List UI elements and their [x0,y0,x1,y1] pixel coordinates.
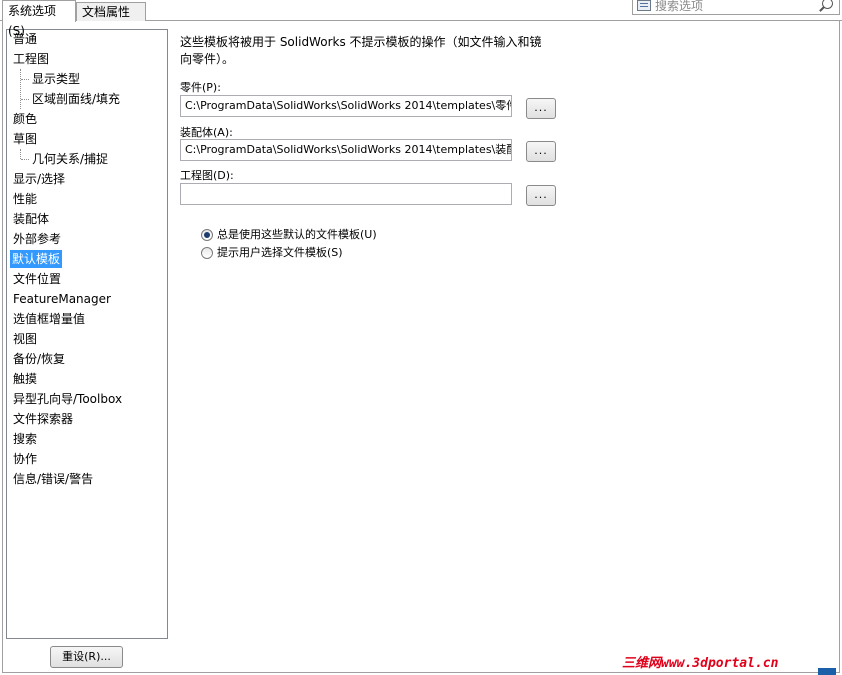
sidebar-item-featuremanager[interactable]: FeatureManager [11,290,113,308]
sidebar-item-collaboration[interactable]: 协作 [11,450,39,468]
sidebar-item-search[interactable]: 搜索 [11,430,39,448]
sidebar-item-relations-snaps[interactable]: 几何关系/捕捉 [30,150,110,168]
sidebar-item-assemblies[interactable]: 装配体 [11,210,51,228]
assembly-template-field[interactable]: C:\ProgramData\SolidWorks\SolidWorks 201… [180,139,512,161]
reset-button[interactable]: 重设(R)... [50,646,123,668]
part-template-field[interactable]: C:\ProgramData\SolidWorks\SolidWorks 201… [180,95,512,117]
search-options-icon [637,0,651,11]
tree-guide-line [20,149,21,159]
tab-document-properties[interactable]: 文档属性(D) [76,2,146,37]
assembly-template-label: 装配体(A): [180,126,233,139]
options-tree: 普通 工程图 显示类型 区域剖面线/填充 颜色 草图 几何关系/捕捉 显示/选择… [6,29,168,639]
assembly-browse-button[interactable]: ... [526,141,556,162]
templates-description: 这些模板将被用于 SolidWorks 不提示模板的操作（如文件输入和镜向零件）… [180,35,542,66]
sidebar-item-external-references[interactable]: 外部参考 [11,230,63,248]
sidebar-item-colors[interactable]: 颜色 [11,110,39,128]
sidebar-item-sketch[interactable]: 草图 [11,130,39,148]
sidebar-item-display-selection[interactable]: 显示/选择 [11,170,67,188]
magnifier-icon[interactable] [822,0,833,9]
sidebar-item-view[interactable]: 视图 [11,330,39,348]
part-browse-button[interactable]: ... [526,98,556,119]
drawing-browse-button[interactable]: ... [526,185,556,206]
sidebar-item-touch[interactable]: 触摸 [11,370,39,388]
sidebar-item-performance[interactable]: 性能 [11,190,39,208]
tree-branch-line [21,99,29,100]
sidebar-item-spin-box-increments[interactable]: 选值框增量值 [11,310,87,328]
search-box[interactable] [632,0,840,15]
sidebar-item-default-templates[interactable]: 默认模板 [10,250,63,268]
always-use-templates-radio[interactable] [201,229,213,241]
part-template-label: 零件(P): [180,81,221,94]
site-watermark: 三维网www.3dportal.cn [622,656,779,671]
sidebar-item-file-explorer[interactable]: 文件探索器 [11,410,75,428]
sidebar-item-messages-errors-warnings[interactable]: 信息/错误/警告 [11,470,95,488]
sidebar-item-drawings[interactable]: 工程图 [11,50,51,68]
prompt-user-template-label: 提示用户选择文件模板(S) [217,246,343,259]
tab-system-options[interactable]: 系统选项(S) [2,0,76,38]
sidebar-item-file-locations[interactable]: 文件位置 [11,270,63,288]
drawing-template-label: 工程图(D): [180,169,234,182]
drawing-template-field[interactable] [180,183,512,205]
prompt-user-template-radio[interactable] [201,247,213,259]
sidebar-item-area-hatch[interactable]: 区域剖面线/填充 [30,90,122,108]
sidebar-item-hole-wizard-toolbox[interactable]: 异型孔向导/Toolbox [11,390,124,408]
tree-branch-line [21,159,29,160]
tree-guide-line [20,69,21,109]
sidebar-item-display-style[interactable]: 显示类型 [30,70,82,88]
search-input[interactable] [655,0,815,14]
corner-mark [818,668,836,675]
sidebar-item-backup-recover[interactable]: 备份/恢复 [11,350,67,368]
always-use-templates-label: 总是使用这些默认的文件模板(U) [217,228,377,241]
tree-branch-line [21,79,29,80]
